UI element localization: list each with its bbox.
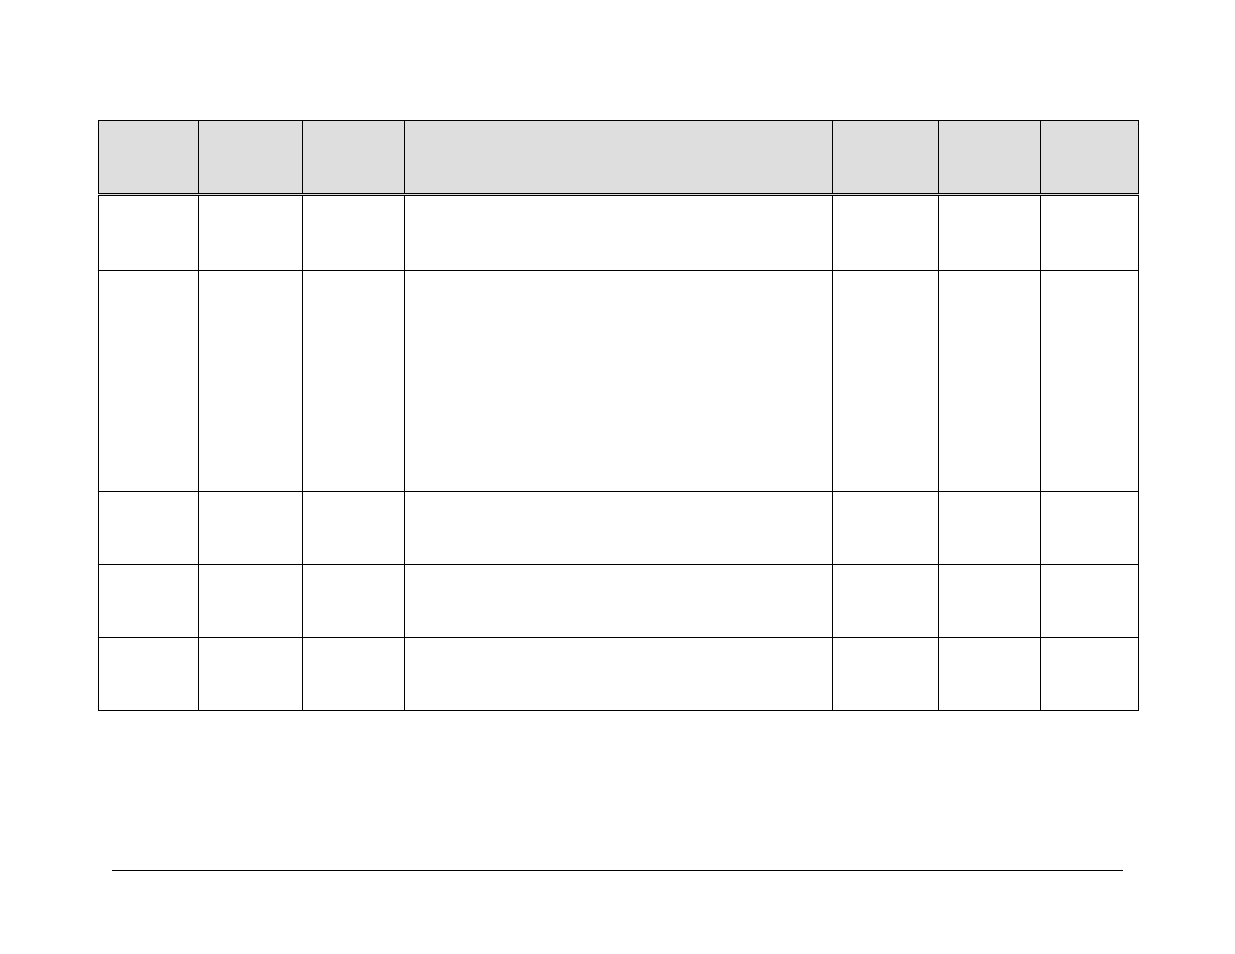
header-row (99, 121, 1139, 195)
table-row (99, 565, 1139, 638)
table-cell (1041, 638, 1139, 711)
table-cell (405, 195, 833, 271)
table-cell (199, 271, 303, 492)
table-cell (1041, 271, 1139, 492)
header-cell (1041, 121, 1139, 195)
table-cell (1041, 492, 1139, 565)
table-cell (99, 271, 199, 492)
table-cell (939, 638, 1041, 711)
table-cell (405, 271, 833, 492)
table-cell (199, 565, 303, 638)
header-cell (939, 121, 1041, 195)
table-body (99, 195, 1139, 711)
header-cell (99, 121, 199, 195)
table-cell (405, 638, 833, 711)
table-cell (99, 195, 199, 271)
footer-rule (112, 870, 1123, 871)
header-cell (405, 121, 833, 195)
data-table (98, 120, 1139, 711)
table-cell (99, 565, 199, 638)
table-header (99, 121, 1139, 195)
table-cell (199, 195, 303, 271)
table-row (99, 638, 1139, 711)
table-cell (939, 565, 1041, 638)
table-cell (833, 565, 939, 638)
table-cell (833, 492, 939, 565)
table-cell (833, 195, 939, 271)
header-cell (303, 121, 405, 195)
table-cell (939, 195, 1041, 271)
table-cell (405, 492, 833, 565)
table-row (99, 271, 1139, 492)
table-cell (1041, 565, 1139, 638)
header-cell (833, 121, 939, 195)
table-cell (833, 271, 939, 492)
document-page (0, 0, 1235, 954)
table-cell (303, 195, 405, 271)
table-cell (303, 638, 405, 711)
table-cell (405, 565, 833, 638)
table-cell (199, 492, 303, 565)
header-cell (199, 121, 303, 195)
table-cell (1041, 195, 1139, 271)
table-cell (833, 638, 939, 711)
table-cell (303, 271, 405, 492)
table-cell (303, 492, 405, 565)
table-row (99, 492, 1139, 565)
table-cell (303, 565, 405, 638)
table-cell (199, 638, 303, 711)
table-cell (939, 271, 1041, 492)
table-cell (939, 492, 1041, 565)
table-cell (99, 492, 199, 565)
table-cell (99, 638, 199, 711)
table-row (99, 195, 1139, 271)
